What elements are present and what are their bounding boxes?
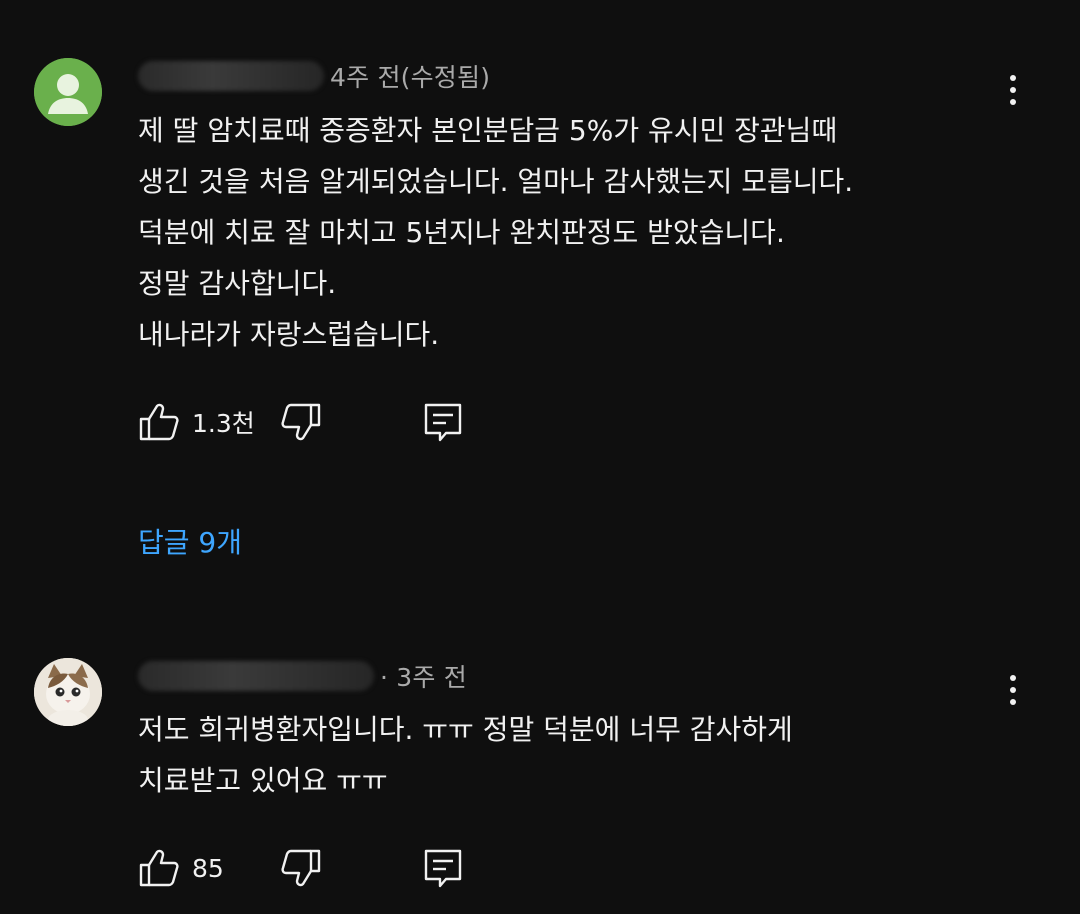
like-count: 1.3천 [192,409,255,438]
default-avatar-icon [34,58,102,126]
comment-line: 치료받고 있어요 ㅠㅠ [138,764,388,797]
more-vert-icon [1010,675,1016,681]
comment-line: 제 딸 암치료때 중증환자 본인분담금 5%가 유시민 장관님때 [138,114,838,147]
like-count: 85 [192,853,224,883]
blurred-username[interactable] [138,661,374,691]
blurred-username[interactable] [138,61,324,91]
comment-line: 정말 감사합니다. [138,267,337,300]
comment-line: 생긴 것을 처음 알게되었습니다. 얼마나 감사했는지 모릅니다. [138,165,854,198]
comment-line: 덕분에 치료 잘 마치고 5년지나 완치판정도 받았습니다. [138,216,785,249]
thumbs-down-icon[interactable] [280,401,322,443]
comment-actions: 85 [138,846,464,890]
comment-text: 제 딸 암치료때 중증환자 본인분담금 5%가 유시민 장관님때 생긴 것을 처… [138,105,998,360]
comment-meta: · 3주 전 [138,658,467,694]
comment-text: 저도 희귀병환자입니다. ㅠㅠ 정말 덕분에 너무 감사하게 치료받고 있어요 … [138,704,998,806]
thumbs-up-icon[interactable] [138,401,180,443]
comment-line: 내나라가 자랑스럽습니다. [138,318,440,351]
comment-time: 4주 전(수정됨) [330,63,491,92]
reply-icon[interactable] [422,847,464,889]
comment-actions: 1.3천 [138,400,464,444]
reply-icon[interactable] [422,401,464,443]
more-actions-button[interactable] [996,68,1030,112]
comment-line: 저도 희귀병환자입니다. ㅠㅠ 정말 덕분에 너무 감사하게 [138,713,793,746]
comment-time: · 3주 전 [380,663,467,692]
comments-page: 4주 전(수정됨) 제 딸 암치료때 중증환자 본인분담금 5%가 유시민 장관… [0,0,1080,914]
more-actions-button[interactable] [996,668,1030,712]
view-replies-link[interactable]: 답글 9개 [138,521,242,561]
thumbs-down-icon[interactable] [280,847,322,889]
more-vert-icon [1010,75,1016,81]
comment-meta: 4주 전(수정됨) [138,58,490,94]
avatar[interactable] [34,58,102,126]
thumbs-up-icon[interactable] [138,847,180,889]
cat-avatar-icon [34,658,102,726]
avatar[interactable] [34,658,102,726]
